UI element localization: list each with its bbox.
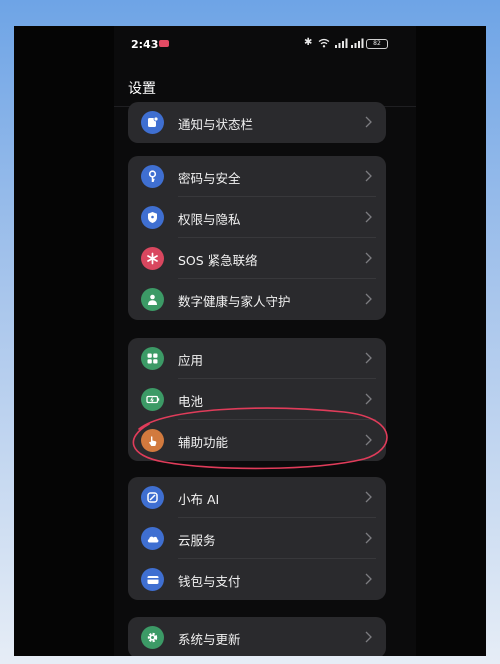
settings-item-label: 权限与隐私 <box>178 212 241 227</box>
chevron-right-icon <box>365 211 372 223</box>
chevron-right-icon <box>365 532 372 544</box>
chevron-right-icon <box>365 491 372 503</box>
settings-item-password-security[interactable]: 密码与安全 <box>128 156 386 197</box>
settings-item-sos[interactable]: SOS 紧急联络 <box>128 238 386 279</box>
settings-item-label: 应用 <box>178 353 204 368</box>
settings-item-label: 系统与更新 <box>178 632 241 647</box>
chevron-right-icon <box>365 352 372 364</box>
chevron-right-icon <box>365 573 372 585</box>
settings-item-label: 辅助功能 <box>178 435 229 450</box>
gear-icon <box>141 626 164 649</box>
phone-frame: 2:43 ✱ 82 设置 通知与状态栏 密码与安全 权限与隐私 SOS 紧急联络… <box>14 26 486 656</box>
chevron-right-icon <box>365 116 372 128</box>
settings-item-permissions-privacy[interactable]: 权限与隐私 <box>128 197 386 238</box>
settings-item-label: 密码与安全 <box>178 171 241 186</box>
chevron-right-icon <box>365 393 372 405</box>
chevron-right-icon <box>365 434 372 446</box>
settings-item-label: 电池 <box>178 394 204 409</box>
status-time: 2:43 <box>131 38 159 51</box>
settings-group-system: 系统与更新 <box>128 617 386 656</box>
cloud-icon <box>141 527 164 550</box>
assistant-icon <box>141 486 164 509</box>
settings-item-wallet[interactable]: 钱包与支付 <box>128 559 386 600</box>
key-icon <box>141 165 164 188</box>
wallet-icon <box>141 568 164 591</box>
page-title: 设置 <box>128 81 156 97</box>
notification-badge-icon <box>159 40 169 47</box>
hand-touch-icon <box>141 429 164 452</box>
chevron-right-icon <box>365 252 372 264</box>
bluetooth-icon: ✱ <box>304 37 313 48</box>
settings-item-label: 小布 AI <box>178 492 220 507</box>
settings-item-system-update[interactable]: 系统与更新 <box>128 617 386 656</box>
battery-indicator: 82 <box>366 39 388 49</box>
settings-item-label: 通知与状态栏 <box>178 117 254 132</box>
person-icon <box>141 288 164 311</box>
settings-group-security: 密码与安全 权限与隐私 SOS 紧急联络 数字健康与家人守护 <box>128 156 386 320</box>
battery-icon <box>141 388 164 411</box>
settings-item-notifications[interactable]: 通知与状态栏 <box>128 102 386 143</box>
settings-item-apps[interactable]: 应用 <box>128 338 386 379</box>
settings-item-label: 数字健康与家人守护 <box>178 294 291 309</box>
signal-icon-1 <box>335 38 348 48</box>
settings-item-cloud[interactable]: 云服务 <box>128 518 386 559</box>
settings-group-apps: 应用 电池 辅助功能 <box>128 338 386 461</box>
chevron-right-icon <box>365 631 372 643</box>
phone-screen: 2:43 ✱ 82 设置 通知与状态栏 密码与安全 权限与隐私 SOS 紧急联络… <box>114 26 416 656</box>
status-bar: 2:43 ✱ 82 <box>114 26 416 66</box>
signal-icon-2 <box>351 38 364 48</box>
wifi-icon <box>318 38 330 48</box>
sos-asterisk-icon <box>141 247 164 270</box>
settings-item-label: 云服务 <box>178 533 216 548</box>
shield-icon <box>141 206 164 229</box>
notification-icon <box>141 111 164 134</box>
settings-item-digital-wellbeing[interactable]: 数字健康与家人守护 <box>128 279 386 320</box>
settings-item-label: SOS 紧急联络 <box>178 253 258 268</box>
settings-item-accessibility[interactable]: 辅助功能 <box>128 420 386 461</box>
settings-group-notifications: 通知与状态栏 <box>128 102 386 143</box>
chevron-right-icon <box>365 293 372 305</box>
settings-item-battery[interactable]: 电池 <box>128 379 386 420</box>
settings-group-services: 小布 AI 云服务 钱包与支付 <box>128 477 386 600</box>
chevron-right-icon <box>365 170 372 182</box>
settings-item-xiaobu-ai[interactable]: 小布 AI <box>128 477 386 518</box>
apps-grid-icon <box>141 347 164 370</box>
settings-item-label: 钱包与支付 <box>178 574 241 589</box>
